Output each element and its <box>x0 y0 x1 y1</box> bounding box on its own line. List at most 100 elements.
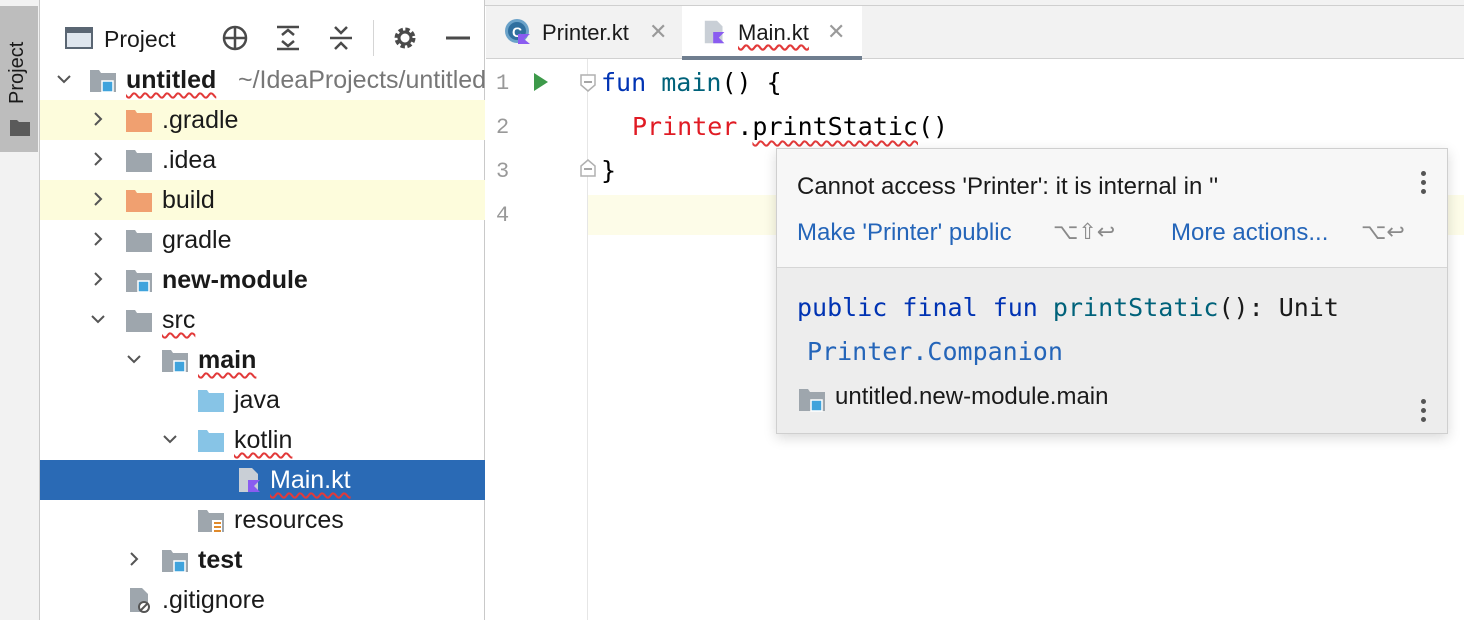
popup-error-section: Cannot access 'Printer': it is internal … <box>777 149 1447 268</box>
chevron-right-icon[interactable] <box>90 231 106 247</box>
chevron-down-icon[interactable] <box>56 71 72 87</box>
tab-printer-kt[interactable]: C Printer.kt ✕ <box>486 6 682 59</box>
project-view-icon <box>65 27 93 49</box>
more-options-icon[interactable] <box>1421 399 1429 427</box>
gear-icon[interactable] <box>390 23 420 53</box>
error-message: Cannot access 'Printer': it is internal … <box>797 173 1219 200</box>
kotlin-file-icon <box>239 468 260 492</box>
tree-item-path: ~/IdeaProjects/untitled <box>238 66 487 94</box>
line-number: 2 <box>496 115 510 140</box>
tab-main-kt[interactable]: Main.kt ✕ <box>682 6 862 60</box>
project-tool-window-button[interactable]: Project <box>0 6 38 152</box>
tree-item-label: kotlin <box>234 426 293 454</box>
stripe-project-label: Project <box>6 41 28 104</box>
code-keyword: fun <box>601 68 647 97</box>
tree-item-label: build <box>162 186 215 214</box>
tab-label: Printer.kt <box>542 20 629 45</box>
code-text: } <box>601 156 617 185</box>
chevron-right-icon[interactable] <box>126 551 142 567</box>
code-dot: . <box>737 112 753 141</box>
more-actions-shortcut: ⌥↩ <box>1361 219 1405 244</box>
tree-item-label: .idea <box>162 146 217 174</box>
containing-class-link[interactable]: Printer.Companion <box>807 337 1063 366</box>
sig-modifier: final <box>902 293 978 322</box>
tree-item-src[interactable]: src <box>40 300 485 340</box>
run-icon[interactable] <box>532 71 550 93</box>
locate-file-icon[interactable] <box>220 23 250 53</box>
code-function-name: main <box>661 68 722 97</box>
folder-icon <box>126 150 152 172</box>
ignored-file-icon <box>130 588 150 613</box>
tree-item-gitignore[interactable]: .gitignore <box>40 580 485 620</box>
kotlin-file-icon <box>704 20 725 44</box>
more-options-icon[interactable] <box>1421 171 1429 199</box>
module-folder-icon <box>799 389 825 412</box>
tree-item-java[interactable]: java <box>40 380 485 420</box>
tree-item-label: src <box>162 306 196 334</box>
tree-item-label: .gitignore <box>162 586 265 614</box>
tab-label: Main.kt <box>738 20 809 45</box>
source-folder-icon <box>198 430 224 452</box>
tree-item-gradle[interactable]: gradle <box>40 220 485 260</box>
chevron-down-icon[interactable] <box>162 431 178 447</box>
tree-item-main[interactable]: main <box>40 340 485 380</box>
chevron-right-icon[interactable] <box>90 111 106 127</box>
tree-item-label: new-module <box>162 266 308 294</box>
tree-item-untitled[interactable]: untitled ~/IdeaProjects/untitled <box>40 60 487 100</box>
sig-name: printStatic <box>1052 293 1219 322</box>
tree-item-build[interactable]: build <box>40 180 485 220</box>
chevron-down-icon[interactable] <box>90 311 106 327</box>
fold-end-icon[interactable] <box>579 158 597 178</box>
tree-item-label: java <box>234 386 280 414</box>
module-folder-icon <box>162 350 188 373</box>
code-error-class: Printer <box>632 112 738 141</box>
chevron-down-icon[interactable] <box>126 351 142 367</box>
tree-item-idea[interactable]: .idea <box>40 140 485 180</box>
tree-item-gradle-cache[interactable]: .gradle <box>40 100 485 140</box>
excluded-folder-icon <box>126 190 152 212</box>
code-text: () { <box>721 68 782 97</box>
code-method-name: printStatic <box>752 112 918 141</box>
fold-icon[interactable] <box>579 73 597 93</box>
code-line-1[interactable]: fun main() { <box>601 68 782 97</box>
kotlin-object-icon: C <box>505 19 530 44</box>
tree-item-label: main <box>198 346 257 374</box>
expand-all-icon[interactable] <box>273 23 303 53</box>
folder-icon <box>126 310 152 332</box>
chevron-right-icon[interactable] <box>90 151 106 167</box>
tree-item-resources[interactable]: resources <box>40 500 485 540</box>
excluded-folder-icon <box>126 110 152 132</box>
tree-item-main-kt[interactable]: Main.kt <box>40 460 485 500</box>
method-signature: public final fun printStatic(): Unit <box>797 293 1339 322</box>
module-folder-icon <box>162 550 188 573</box>
line-number: 1 <box>496 71 510 96</box>
line-number: 3 <box>496 159 510 184</box>
fix-shortcut: ⌥⇧↩ <box>1053 219 1116 244</box>
make-public-link[interactable]: Make 'Printer' public <box>797 219 1012 247</box>
tree-item-test[interactable]: test <box>40 540 485 580</box>
more-actions-link[interactable]: More actions... <box>1171 219 1328 247</box>
collapse-all-icon[interactable] <box>326 23 356 53</box>
header-separator <box>373 20 374 56</box>
tree-item-label: untitled <box>126 66 217 94</box>
tree-item-kotlin[interactable]: kotlin <box>40 420 485 460</box>
project-panel-header: Project <box>40 6 485 60</box>
close-icon[interactable]: ✕ <box>827 19 845 45</box>
tree-item-new-module[interactable]: new-module <box>40 260 485 300</box>
module-folder-icon <box>90 70 116 93</box>
code-line-3[interactable]: } <box>601 156 616 185</box>
tree-item-label: resources <box>234 506 344 534</box>
sig-return: (): Unit <box>1218 293 1339 322</box>
project-panel-title: Project <box>104 26 176 52</box>
hide-panel-icon[interactable] <box>443 23 473 53</box>
chevron-right-icon[interactable] <box>90 191 106 207</box>
tree-item-label: .gradle <box>162 106 239 134</box>
code-line-2[interactable]: Printer.printStatic() <box>632 112 948 141</box>
folder-icon <box>10 120 30 136</box>
tree-item-label: Main.kt <box>270 466 351 494</box>
tool-window-stripe: Project <box>0 0 40 620</box>
close-icon[interactable]: ✕ <box>649 19 667 45</box>
module-folder-icon <box>126 270 152 293</box>
tree-item-label: test <box>198 546 243 574</box>
chevron-right-icon[interactable] <box>90 271 106 287</box>
